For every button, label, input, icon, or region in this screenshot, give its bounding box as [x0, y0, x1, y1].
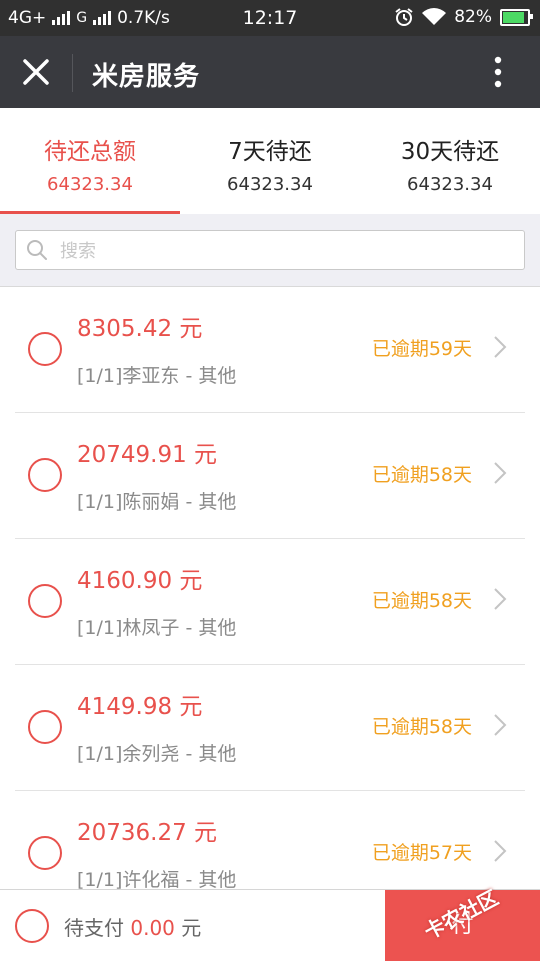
select-radio[interactable]	[28, 332, 62, 366]
tab-label: 待还总额	[44, 139, 136, 165]
list-item[interactable]: 4160.90 元 [1/1]林凤子 - 其他 已逾期58天	[15, 539, 525, 665]
page-title: 米房服务	[92, 62, 201, 92]
tab-amount: 64323.34	[227, 174, 313, 195]
alarm-icon	[395, 8, 413, 26]
overdue-status: 已逾期59天	[371, 338, 472, 360]
search-icon	[27, 240, 47, 260]
search-bar	[0, 214, 540, 287]
tab-amount: 64323.34	[47, 174, 133, 195]
item-description: [1/1]林凤子 - 其他	[77, 617, 237, 639]
battery-percent: 82%	[454, 7, 492, 27]
close-icon	[23, 59, 49, 85]
overdue-status: 已逾期58天	[371, 716, 472, 738]
more-vertical-icon	[494, 56, 502, 88]
overdue-status: 已逾期57天	[371, 842, 472, 864]
item-description: [1/1]陈丽娟 - 其他	[77, 491, 237, 513]
tab-label: 7天待还	[228, 139, 312, 165]
pay-button[interactable]: 付	[385, 890, 540, 961]
item-description: [1/1]许化福 - 其他	[77, 869, 237, 891]
select-radio[interactable]	[28, 710, 62, 744]
wifi-icon	[422, 8, 447, 25]
select-radio[interactable]	[28, 458, 62, 492]
list-item[interactable]: 20749.91 元 [1/1]陈丽娟 - 其他 已逾期58天	[15, 413, 525, 539]
chevron-right-icon	[494, 336, 507, 358]
nav-divider	[72, 54, 73, 92]
close-button[interactable]	[16, 52, 56, 92]
chevron-right-icon	[494, 840, 507, 862]
list-item[interactable]: 4149.98 元 [1/1]余列尧 - 其他 已逾期58天	[15, 665, 525, 791]
tab-7-days[interactable]: 7天待还 64323.34	[180, 108, 360, 214]
select-all-radio[interactable]	[15, 909, 49, 943]
select-radio[interactable]	[28, 836, 62, 870]
overdue-status: 已逾期58天	[371, 590, 472, 612]
battery-icon	[500, 8, 533, 26]
bottom-bar: 待支付 0.00 元 付	[0, 889, 540, 961]
bill-list: 8305.42 元 [1/1]李亚东 - 其他 已逾期59天 20749.91 …	[0, 287, 540, 917]
tab-total-due[interactable]: 待还总额 64323.34	[0, 108, 180, 214]
pending-value: 0.00	[130, 916, 175, 940]
more-button[interactable]	[478, 52, 518, 92]
item-amount: 8305.42 元	[77, 316, 203, 342]
status-bar: 4G+ G 0.7K/s 12:17 82%	[0, 0, 540, 36]
search-box[interactable]	[15, 230, 525, 270]
overdue-status: 已逾期58天	[371, 464, 472, 486]
pay-label: 付	[451, 913, 474, 938]
status-right: 82%	[394, 7, 533, 27]
nav-bar: 米房服务	[0, 36, 540, 108]
tab-amount: 64323.34	[407, 174, 493, 195]
tab-label: 30天待还	[400, 139, 500, 165]
chevron-right-icon	[494, 714, 507, 736]
item-description: [1/1]余列尧 - 其他	[77, 743, 237, 765]
item-amount: 4149.98 元	[77, 694, 203, 720]
search-input[interactable]	[58, 235, 512, 267]
item-amount: 20736.27 元	[77, 820, 218, 846]
pending-payment: 待支付 0.00 元	[64, 912, 201, 941]
item-description: [1/1]李亚东 - 其他	[77, 365, 237, 387]
chevron-right-icon	[494, 588, 507, 610]
select-radio[interactable]	[28, 584, 62, 618]
pending-unit: 元	[181, 916, 202, 940]
item-amount: 4160.90 元	[77, 568, 203, 594]
tab-bar: 待还总额 64323.34 7天待还 64323.34 30天待还 64323.…	[0, 108, 540, 214]
pending-label: 待支付	[64, 916, 124, 940]
chevron-right-icon	[494, 462, 507, 484]
item-amount: 20749.91 元	[77, 442, 218, 468]
tab-30-days[interactable]: 30天待还 64323.34	[360, 108, 540, 214]
list-item[interactable]: 8305.42 元 [1/1]李亚东 - 其他 已逾期59天	[15, 287, 525, 413]
